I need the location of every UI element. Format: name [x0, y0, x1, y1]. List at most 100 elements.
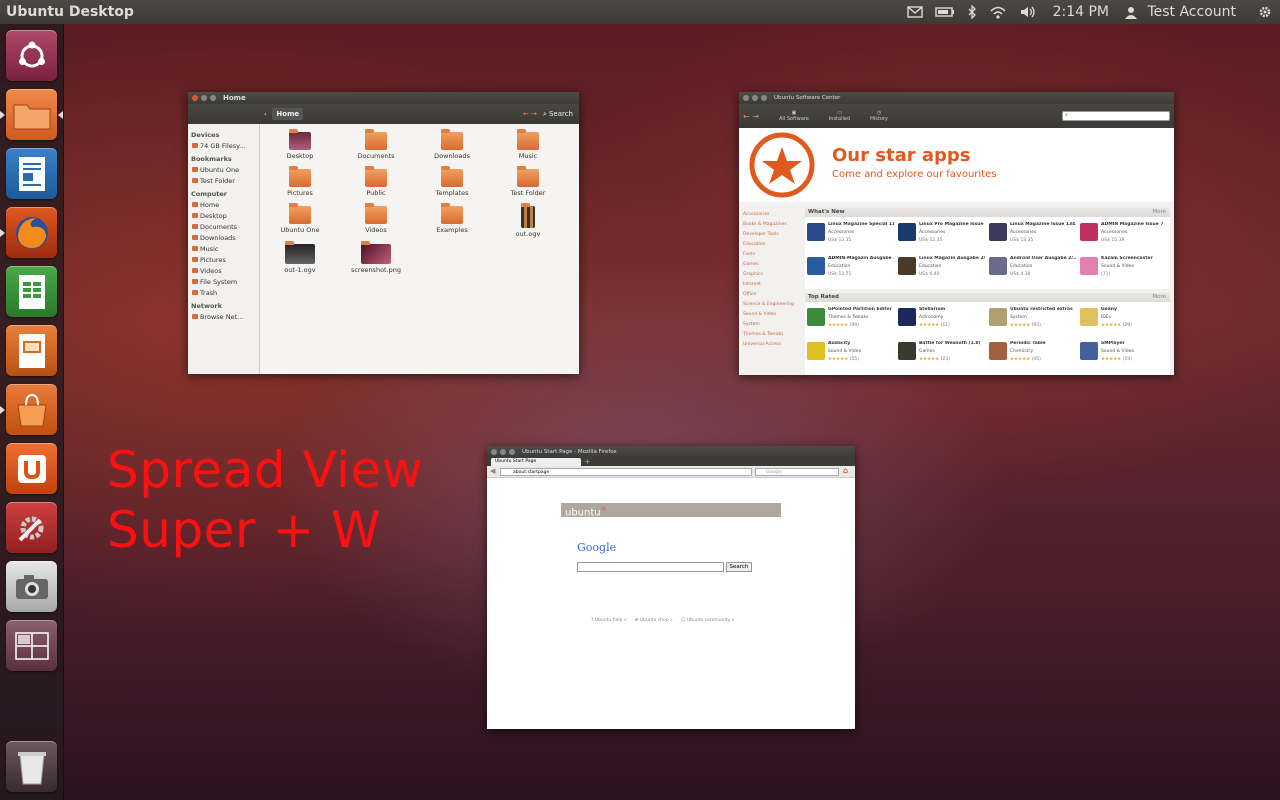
more-button[interactable]: More [1152, 293, 1166, 302]
nav-arrows-icon[interactable]: ← → [743, 112, 759, 121]
category-item[interactable]: Developer Tools [743, 230, 803, 240]
category-item[interactable]: Fonts [743, 250, 803, 260]
file-item[interactable]: out.ogv [498, 203, 558, 238]
history-tab[interactable]: ◷ History [870, 110, 888, 122]
file-item[interactable]: Examples [422, 203, 482, 234]
app-item[interactable]: Android User Ausgabe 2/... Education US$ 4… [989, 255, 1077, 283]
all-software-tab[interactable]: ▣ All Software [779, 110, 809, 122]
bluetooth-icon[interactable] [961, 0, 983, 24]
window-titlebar[interactable]: Ubuntu Start Page - Mozilla Firefox [487, 446, 855, 458]
power-gear-icon[interactable] [1252, 0, 1280, 24]
category-item[interactable]: Universal Access [743, 340, 803, 350]
sidebar-item-trash[interactable]: Trash [191, 288, 256, 299]
more-button[interactable]: More [1152, 208, 1166, 217]
category-item[interactable]: Internet [743, 280, 803, 290]
category-item[interactable]: Accessories [743, 210, 803, 220]
maximize-icon[interactable] [761, 95, 767, 101]
sidebar-item-music[interactable]: Music [191, 244, 256, 255]
sidebar-item-pictures[interactable]: Pictures [191, 255, 256, 266]
url-bar[interactable]: about:startpage [500, 468, 752, 476]
maximize-icon[interactable] [509, 449, 515, 455]
app-item[interactable]: Linux Magazine Issue 134 ... Accessories U… [989, 221, 1077, 249]
impress-button[interactable] [6, 325, 57, 376]
app-item[interactable]: Linux Magazin Ausgabe 2/... Education US$ … [898, 255, 986, 283]
file-item[interactable]: Desktop [270, 129, 330, 160]
writer-button[interactable] [6, 148, 57, 199]
software-center-button[interactable] [6, 384, 57, 435]
file-item[interactable]: Ubuntu One [270, 203, 330, 234]
web-search-input[interactable]: Google [755, 468, 839, 476]
close-icon[interactable] [743, 95, 749, 101]
app-item[interactable]: GPointed Partition Editor Themes & Tweaks… [807, 306, 895, 334]
app-item[interactable]: Battle for Wesnoth (1.8) Games ★★★★★ (23) [898, 340, 986, 368]
file-item[interactable]: out-1.ogv [270, 241, 330, 274]
file-item[interactable]: Music [498, 129, 558, 160]
sidebar-item-browse-network[interactable]: Browse Net... [191, 312, 256, 323]
app-item[interactable]: ADMIN Magazine Issue 7 Accessories US$ 15.… [1080, 221, 1168, 249]
ubuntu-one-button[interactable] [6, 443, 57, 494]
file-item[interactable]: Templates [422, 166, 482, 197]
home-folder-button[interactable] [6, 89, 57, 140]
nav-arrows-icon[interactable]: ← → [523, 110, 537, 118]
app-item[interactable]: Geany IDEs ★★★★★ (29) [1080, 306, 1168, 334]
search-input[interactable]: ⌕ [1062, 111, 1170, 121]
back-arrow-icon[interactable]: ◀ [490, 467, 495, 475]
category-item[interactable]: System [743, 320, 803, 330]
shop-link[interactable]: ⊕ Ubuntu shop » [635, 618, 673, 623]
category-item[interactable]: Games [743, 260, 803, 270]
sidebar-item-filesystem[interactable]: 74 GB Filesy... [191, 141, 256, 152]
window-titlebar[interactable]: Ubuntu Software Center [739, 92, 1174, 104]
file-item[interactable]: Public [346, 166, 406, 197]
app-item[interactable]: Ubuntu restricted extras System ★★★★★ (93) [989, 306, 1077, 334]
workspace-switcher-button[interactable] [6, 620, 57, 671]
file-item[interactable]: Downloads [422, 129, 482, 160]
system-settings-button[interactable] [6, 502, 57, 553]
shotwell-button[interactable] [6, 561, 57, 612]
clock[interactable]: 2:14 PM [1043, 0, 1119, 24]
community-link[interactable]: ☺ Ubuntu community » [681, 618, 735, 623]
sidebar-item-file-system[interactable]: File System [191, 277, 256, 288]
category-item[interactable]: Books & Magazines [743, 220, 803, 230]
google-search-input[interactable] [577, 562, 724, 572]
sidebar-item-downloads[interactable]: Downloads [191, 233, 256, 244]
file-item[interactable]: screenshot.png [346, 241, 406, 274]
google-search-button[interactable]: Search [726, 562, 752, 572]
mail-icon[interactable] [901, 0, 929, 24]
sidebar-item-ubuntu-one[interactable]: Ubuntu One [191, 165, 256, 176]
wifi-icon[interactable] [983, 0, 1013, 24]
firefox-window[interactable]: Ubuntu Start Page - Mozilla Firefox Ubun… [487, 446, 855, 729]
new-tab-icon[interactable]: + [584, 457, 591, 466]
file-item[interactable]: Pictures [270, 166, 330, 197]
help-link[interactable]: ? Ubuntu help » [591, 618, 627, 623]
window-titlebar[interactable]: Home [188, 92, 579, 104]
sidebar-item-documents[interactable]: Documents [191, 222, 256, 233]
dash-home-button[interactable] [6, 30, 57, 81]
installed-tab[interactable]: ▭ Installed [829, 110, 850, 122]
file-manager-window[interactable]: Home ‹ Home ← → ⌕ Search Devices 74 GB F… [188, 92, 579, 374]
back-arrow-icon[interactable]: ‹ [264, 111, 266, 118]
file-item[interactable]: Test Folder [498, 166, 558, 197]
home-icon[interactable]: ⌂ [843, 466, 848, 475]
app-item[interactable]: Audacity Sound & Video ★★★★★ (55) [807, 340, 895, 368]
maximize-icon[interactable] [210, 95, 216, 101]
minimize-icon[interactable] [752, 95, 758, 101]
app-item[interactable]: Linux Magazine Special 11 Accessories US$ … [807, 221, 895, 249]
app-item[interactable]: Linux Pro Magazine Issue ... Accessories U… [898, 221, 986, 249]
software-center-window[interactable]: Ubuntu Software Center ← → ▣ All Software… [739, 92, 1174, 375]
search-icon[interactable]: ⌕ [543, 110, 547, 119]
file-item[interactable]: Videos [346, 203, 406, 234]
trash-button[interactable] [6, 741, 57, 792]
app-item[interactable]: Periodic Table Chemistry ★★★★★ (45) [989, 340, 1077, 368]
app-item[interactable]: Stellarium Astronomy ★★★★★ (61) [898, 306, 986, 334]
firefox-button[interactable] [6, 207, 57, 258]
tab-ubuntu-start-page[interactable]: Ubuntu Start Page [491, 458, 581, 466]
close-icon[interactable] [491, 449, 497, 455]
user-menu[interactable]: Test Account [1119, 0, 1252, 24]
featured-banner[interactable]: Our star apps Come and explore our favou… [739, 128, 1174, 202]
category-item[interactable]: Science & Engineering [743, 300, 803, 310]
close-icon[interactable] [192, 95, 198, 101]
category-item[interactable]: Office [743, 290, 803, 300]
category-item[interactable]: Themes & Tweaks [743, 330, 803, 340]
minimize-icon[interactable] [500, 449, 506, 455]
minimize-icon[interactable] [201, 95, 207, 101]
